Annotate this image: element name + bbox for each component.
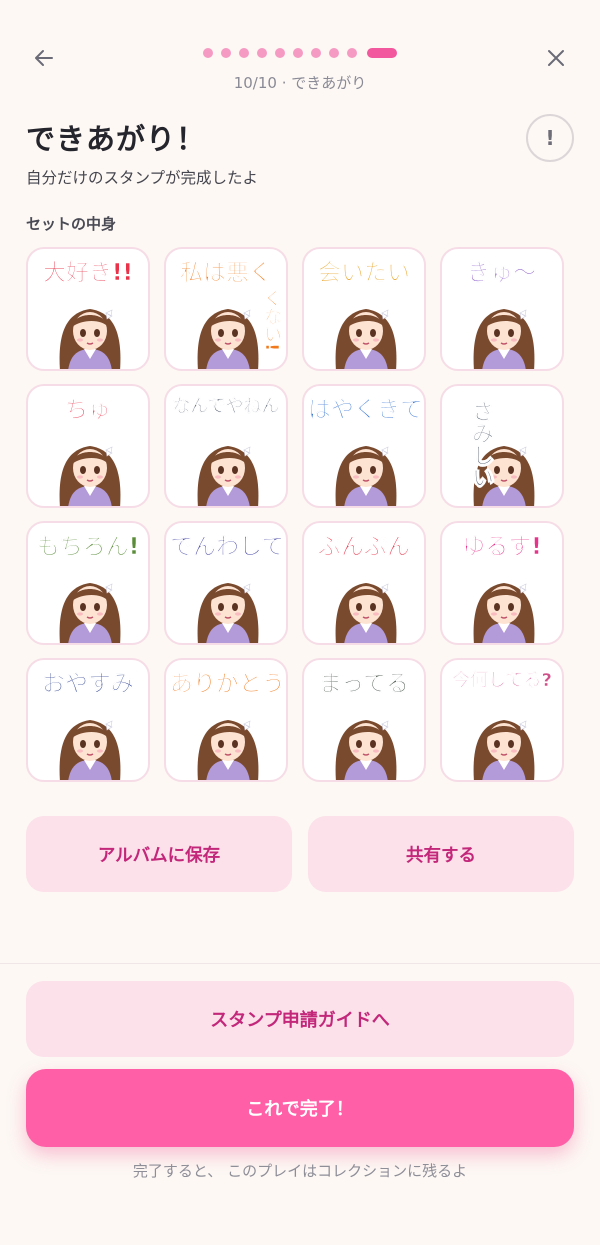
sticker-tile[interactable]: でんわして bbox=[164, 521, 288, 645]
sticker-tile[interactable]: 今何してる? bbox=[440, 658, 564, 782]
sticker-text-secondary: くない! bbox=[261, 289, 282, 352]
sticker-tile[interactable]: ありがとう bbox=[164, 658, 288, 782]
character-illustration bbox=[473, 309, 535, 369]
character-illustration bbox=[197, 720, 259, 780]
character-illustration bbox=[59, 583, 121, 643]
page-title: できあがり！ bbox=[26, 122, 207, 156]
character-illustration bbox=[197, 446, 259, 506]
top-bar: 10/10 · できあがり bbox=[0, 0, 600, 100]
character-illustration bbox=[335, 309, 397, 369]
character-illustration bbox=[473, 720, 535, 780]
sticker-tile[interactable]: まってる bbox=[302, 658, 426, 782]
sticker-text: まってる bbox=[319, 671, 409, 697]
sticker-tile[interactable]: さみしい bbox=[440, 384, 564, 508]
character-illustration bbox=[59, 720, 121, 780]
sticker-tile[interactable]: 大好き!! bbox=[26, 247, 150, 371]
sticker-text: ちゅ bbox=[65, 397, 112, 423]
progress-dot bbox=[311, 48, 321, 58]
sticker-text: さみしい bbox=[468, 400, 494, 489]
close-icon bbox=[548, 50, 564, 66]
sticker-tile[interactable]: ゆるす! bbox=[440, 521, 564, 645]
sticker-text: 今何してる? bbox=[452, 670, 552, 691]
progress-dot bbox=[347, 48, 357, 58]
sticker-tile[interactable]: 会いたい bbox=[302, 247, 426, 371]
progress-dot bbox=[293, 48, 303, 58]
progress-dot bbox=[257, 48, 267, 58]
sticker-text: もちろん! bbox=[36, 534, 140, 560]
character-illustration bbox=[197, 583, 259, 643]
section-label: セットの中身 bbox=[26, 215, 117, 233]
close-button[interactable] bbox=[542, 44, 570, 72]
share-button[interactable]: 共有する bbox=[308, 816, 574, 892]
progress-dot-current bbox=[367, 48, 397, 58]
sticker-text: ぷんぷん bbox=[318, 534, 411, 560]
sticker-text: ありがとう bbox=[170, 671, 286, 697]
sticker-tile[interactable]: おやすみ bbox=[26, 658, 150, 782]
character-illustration bbox=[335, 583, 397, 643]
sticker-text: 会いたい bbox=[318, 260, 411, 286]
sticker-tile[interactable]: 私は悪くくない! bbox=[164, 247, 288, 371]
sticker-text: ゆるす! bbox=[462, 534, 542, 560]
sticker-text: ぎゅ〜 bbox=[467, 260, 537, 286]
sticker-tile[interactable]: ぎゅ〜 bbox=[440, 247, 564, 371]
sticker-tile[interactable]: もちろん! bbox=[26, 521, 150, 645]
sticker-text: 私は悪く bbox=[180, 260, 273, 286]
progress-dot bbox=[221, 48, 231, 58]
progress-dot bbox=[329, 48, 339, 58]
sticker-text: はやくきて bbox=[308, 397, 424, 423]
sticker-guide-button[interactable]: スタンプ申請ガイドへ bbox=[26, 981, 574, 1057]
sticker-grid: 大好き!! 私は悪く くない! 会いたい ぎゅ〜 ちゅ なんでやねん はやくきて… bbox=[26, 247, 566, 782]
character-illustration bbox=[197, 309, 259, 369]
step-progress bbox=[0, 48, 600, 58]
sticker-text: でんわして bbox=[170, 534, 285, 560]
action-row: アルバムに保存 共有する bbox=[26, 816, 574, 892]
sticker-tile[interactable]: なんでやねん bbox=[164, 384, 288, 508]
progress-dot bbox=[203, 48, 213, 58]
sticker-tile[interactable]: ぷんぷん bbox=[302, 521, 426, 645]
character-illustration bbox=[59, 309, 121, 369]
page-subtitle: 自分だけのスタンプが完成したよ bbox=[26, 169, 259, 187]
sticker-tile[interactable]: はやくきて bbox=[302, 384, 426, 508]
character-illustration bbox=[59, 446, 121, 506]
step-label: 10/10 · できあがり bbox=[233, 74, 367, 92]
character-illustration bbox=[335, 720, 397, 780]
footnote: 完了すると、 このプレイはコレクションに残るよ bbox=[132, 1162, 468, 1180]
progress-dot bbox=[239, 48, 249, 58]
save-to-album-button[interactable]: アルバムに保存 bbox=[26, 816, 292, 892]
sticker-tile[interactable]: ちゅ bbox=[26, 384, 150, 508]
sticker-text: おやすみ bbox=[42, 671, 135, 697]
help-button[interactable]: ! bbox=[526, 114, 574, 162]
sticker-text: なんでやねん bbox=[172, 396, 280, 417]
character-illustration bbox=[335, 446, 397, 506]
character-illustration bbox=[473, 583, 535, 643]
sticker-text: 大好き!! bbox=[43, 260, 133, 286]
progress-dot bbox=[275, 48, 285, 58]
done-button[interactable]: これで完了！ bbox=[26, 1069, 574, 1147]
divider bbox=[0, 963, 600, 964]
